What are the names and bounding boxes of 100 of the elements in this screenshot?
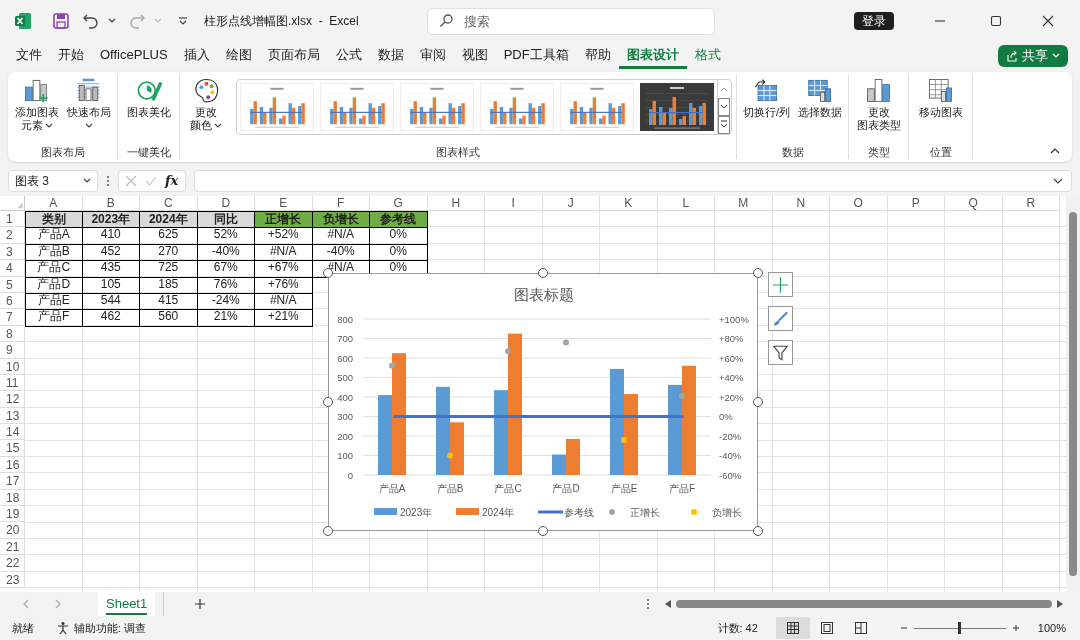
- menu-tab[interactable]: OfficePLUS: [92, 43, 176, 69]
- category-label: 产品B: [436, 483, 464, 494]
- customize-toolbar-icon[interactable]: [178, 16, 188, 26]
- axis-label: 600: [337, 352, 353, 364]
- menu-tab[interactable]: 审阅: [411, 43, 454, 69]
- chart-style-thumbnail[interactable]: [480, 83, 554, 131]
- chart-style-thumbnail[interactable]: [320, 83, 394, 131]
- row-header[interactable]: 1: [0, 211, 25, 228]
- column-header[interactable]: H: [427, 196, 485, 211]
- menu-tab[interactable]: 绘图: [217, 43, 260, 69]
- column-header[interactable]: K: [600, 196, 658, 211]
- menu-tab[interactable]: PDF工具箱: [495, 43, 577, 69]
- column-header[interactable]: I: [485, 196, 543, 211]
- column-header[interactable]: O: [830, 196, 888, 211]
- column-header[interactable]: M: [715, 196, 773, 211]
- accessibility-icon[interactable]: [56, 621, 70, 635]
- zoom-out-icon[interactable]: [899, 624, 908, 632]
- scroll-down-icon[interactable]: [718, 98, 730, 116]
- sign-in-button[interactable]: 登录: [854, 12, 894, 30]
- chart-style-thumbnail[interactable]: [560, 83, 634, 131]
- accessibility-status[interactable]: 辅助功能: 调查: [74, 619, 147, 637]
- ribbon-button[interactable]: 添加图表 元素: [12, 77, 61, 132]
- menu-tab[interactable]: 页面布局: [259, 43, 328, 69]
- column-header[interactable]: P: [887, 196, 945, 211]
- row-header[interactable]: 4: [0, 260, 25, 277]
- slider-thumb[interactable]: [958, 622, 962, 634]
- row-header[interactable]: 20: [0, 522, 25, 539]
- chart-area[interactable]: 图表标题 0 100 200 300 400 500 600 700 800 +100% +80% +60% +40% +20% 0% -20% -40% -60% 产品A 产品B 产品C 产品D 产品E 产品F 2023年 2024年 参考线 正增长 负增长: [328, 273, 758, 531]
- ribbon-button[interactable]: 选择数据: [796, 77, 845, 119]
- close-icon[interactable]: [1042, 15, 1054, 27]
- chart-style-thumbnail[interactable]: [400, 83, 474, 131]
- row-header[interactable]: 19: [0, 506, 25, 523]
- chart-style-thumbnail[interactable]: [240, 83, 314, 131]
- menu-tab[interactable]: 数据: [369, 43, 412, 69]
- zoom-in-icon[interactable]: [1011, 624, 1020, 632]
- column-header[interactable]: J: [542, 196, 600, 211]
- zoom-level[interactable]: 100%: [1037, 619, 1066, 637]
- collapse-ribbon-icon[interactable]: [1050, 146, 1060, 156]
- legend-label: 参考线: [564, 506, 594, 518]
- formula-input[interactable]: [194, 170, 1072, 192]
- search-field[interactable]: 搜索: [426, 7, 715, 35]
- menu-tab[interactable]: 格式: [686, 43, 729, 69]
- column-header[interactable]: Q: [945, 196, 1003, 211]
- menu-tab[interactable]: 文件: [8, 43, 50, 69]
- column-header[interactable]: R: [1002, 196, 1060, 211]
- row-header[interactable]: 9: [0, 342, 25, 359]
- page-layout-icon[interactable]: [819, 621, 834, 635]
- scroll-left-icon[interactable]: [664, 600, 672, 608]
- menu-tab[interactable]: 图表设计: [618, 43, 687, 69]
- zoom-slider[interactable]: [913, 622, 1006, 634]
- row-header[interactable]: 2: [0, 227, 25, 244]
- save-icon[interactable]: [52, 12, 70, 30]
- resize-handle[interactable]: [538, 526, 548, 536]
- chart-style-thumbnail[interactable]: [640, 83, 714, 131]
- menu-tab[interactable]: 公式: [327, 43, 370, 69]
- resize-handle[interactable]: [323, 397, 333, 407]
- ribbon-button[interactable]: 移动图表: [916, 77, 965, 119]
- horizontal-scrollbar[interactable]: [664, 597, 1064, 611]
- menu-tab[interactable]: 开始: [50, 43, 92, 69]
- insert-function-button[interactable]: fx: [165, 171, 179, 191]
- row-header[interactable]: 14: [0, 424, 25, 441]
- more-styles-icon[interactable]: [718, 116, 730, 134]
- column-header[interactable]: L: [657, 196, 715, 211]
- resize-handle[interactable]: [323, 526, 333, 536]
- row-header[interactable]: 15: [0, 440, 25, 457]
- name-box[interactable]: 图表 3: [8, 170, 98, 192]
- undo-icon[interactable]: [82, 12, 100, 30]
- ribbon-button[interactable]: 图表美化: [124, 77, 173, 119]
- page-break-icon[interactable]: [853, 621, 868, 635]
- ribbon-button[interactable]: 切换行/列: [740, 77, 793, 119]
- row-header[interactable]: 7: [0, 309, 25, 326]
- row-header[interactable]: 12: [0, 391, 25, 408]
- search-icon: [438, 13, 453, 28]
- resize-handle[interactable]: [538, 268, 548, 278]
- scroll-right-icon[interactable]: [1056, 600, 1064, 608]
- row-header[interactable]: 17: [0, 473, 25, 490]
- scrollbar-thumb[interactable]: [676, 600, 1052, 608]
- check-icon[interactable]: [145, 175, 157, 187]
- add-sheet-icon[interactable]: [194, 598, 207, 610]
- share-button[interactable]: 共享: [998, 45, 1068, 67]
- menu-tab[interactable]: 帮助: [576, 43, 619, 69]
- sheet-tab[interactable]: Sheet1: [98, 592, 156, 616]
- resize-handle[interactable]: [753, 526, 763, 536]
- caret-icon[interactable]: [108, 17, 116, 25]
- resize-handle[interactable]: [753, 397, 763, 407]
- menu-tab[interactable]: 插入: [175, 43, 218, 69]
- ribbon-button[interactable]: 更改 颜色: [188, 77, 224, 132]
- ribbon-button[interactable]: 快速布局: [64, 77, 113, 130]
- more-options-icon[interactable]: [646, 598, 650, 610]
- ribbon-button[interactable]: 更改 图表类型: [854, 77, 903, 132]
- scrollbar-thumb[interactable]: [1069, 212, 1077, 576]
- menu-tab[interactable]: 视图: [453, 43, 496, 69]
- resize-handle[interactable]: [753, 268, 763, 278]
- table-cell: +67%: [255, 260, 313, 278]
- column-header[interactable]: N: [772, 196, 830, 211]
- more-options-icon[interactable]: [106, 175, 110, 187]
- maximize-icon[interactable]: [990, 15, 1002, 27]
- row-header[interactable]: 22: [0, 555, 25, 572]
- group-label: 类型: [866, 145, 891, 159]
- normal-view-icon[interactable]: [785, 621, 800, 635]
